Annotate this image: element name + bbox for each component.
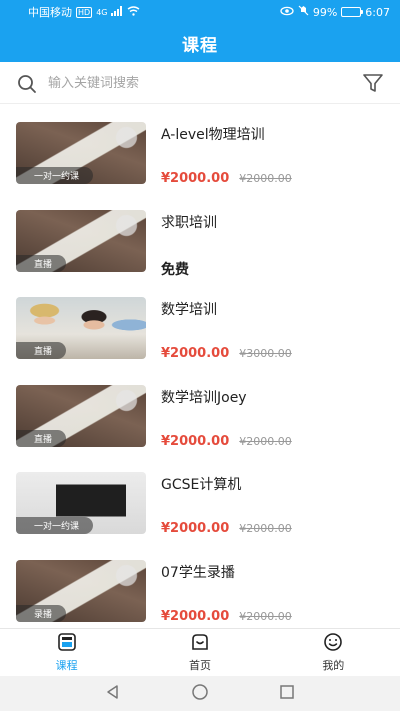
course-item[interactable]: 直播 求职培训 免费 <box>0 192 400 280</box>
course-price: ¥2000.00 <box>161 171 230 186</box>
tab-label: 课程 <box>55 659 78 672</box>
system-nav-bar <box>0 676 400 711</box>
course-price: ¥2000.00 <box>161 433 230 449</box>
course-title: A-level物理培训 <box>161 127 265 143</box>
course-type-tag: 直播 <box>16 342 67 359</box>
price-row: ¥2000.00 ¥2000.00 <box>161 434 292 449</box>
course-item[interactable]: 一对一约课 GCSE计算机 ¥2000.00 ¥2000.00 <box>0 454 400 542</box>
hd-badge: HD <box>76 6 93 18</box>
price-row: ¥2000.00 ¥2000.00 <box>161 171 292 186</box>
search-input[interactable] <box>48 70 338 96</box>
page-header: 课程 <box>0 24 400 62</box>
course-item[interactable]: 直播 数学培训Joey ¥2000.00 ¥2000.00 <box>0 367 400 455</box>
search-bar <box>0 62 400 104</box>
course-original-price: ¥3000.00 <box>239 347 292 360</box>
mute-icon <box>298 5 309 19</box>
course-price: ¥2000.00 <box>161 521 230 536</box>
status-bar: 中国移动 HD 4G 99% 6:07 <box>0 0 400 24</box>
course-original-price: ¥2000.00 <box>239 522 292 535</box>
carrier-label: 中国移动 <box>28 6 72 19</box>
page-title: 课程 <box>182 35 218 56</box>
price-row: ¥2000.00 ¥3000.00 <box>161 346 292 361</box>
wifi-icon <box>127 5 140 19</box>
eye-icon <box>280 6 294 19</box>
course-thumbnail[interactable]: 一对一约课 <box>16 122 146 184</box>
course-thumbnail[interactable]: 直播 <box>16 297 146 359</box>
course-type-tag: 直播 <box>16 429 67 447</box>
course-thumbnail[interactable]: 录播 <box>16 559 146 622</box>
search-icon[interactable] <box>16 73 38 95</box>
back-icon[interactable] <box>104 683 122 705</box>
tab-home[interactable]: 首页 <box>133 629 266 676</box>
tab-label: 首页 <box>188 659 211 672</box>
tab-course[interactable]: 课程 <box>0 629 133 676</box>
course-title: 数学培训 <box>161 302 217 318</box>
home-circle-icon[interactable] <box>191 683 209 705</box>
course-title: 07学生录播 <box>161 564 235 581</box>
recent-apps-icon[interactable] <box>278 683 296 705</box>
course-price: ¥2000.00 <box>161 346 230 361</box>
course-price: 免费 <box>161 261 189 278</box>
course-item[interactable]: 录播 07学生录播 ¥2000.00 ¥2000.00 <box>0 542 400 629</box>
tab-label: 我的 <box>322 659 345 672</box>
course-original-price: ¥2000.00 <box>239 609 292 623</box>
bottom-tab-bar: 课程 首页 我的 <box>0 628 400 676</box>
course-item[interactable]: 一对一约课 A-level物理培训 ¥2000.00 ¥2000.00 <box>0 104 400 192</box>
course-price: ¥2000.00 <box>161 608 230 624</box>
clock: 6:07 <box>365 5 390 19</box>
filter-icon[interactable] <box>362 72 384 94</box>
course-title: 求职培训 <box>161 214 217 231</box>
price-row: ¥2000.00 ¥2000.00 <box>161 521 292 536</box>
price-row: 免费 <box>161 259 189 279</box>
network-label: 4G <box>96 7 108 17</box>
course-type-tag: 一对一约课 <box>16 517 94 534</box>
course-title: 数学培训Joey <box>161 389 247 406</box>
tab-profile[interactable]: 我的 <box>267 629 400 676</box>
battery-percent: 99% <box>312 5 338 19</box>
course-thumbnail[interactable]: 直播 <box>16 209 146 272</box>
course-original-price: ¥2000.00 <box>239 434 292 448</box>
course-title: GCSE计算机 <box>161 477 242 493</box>
battery-icon <box>341 7 364 17</box>
course-original-price: ¥2000.00 <box>239 172 292 185</box>
course-thumbnail[interactable]: 直播 <box>16 384 146 447</box>
home-icon <box>190 632 210 655</box>
signal-icon <box>111 5 123 19</box>
course-type-tag: 一对一约课 <box>16 167 94 184</box>
course-thumbnail[interactable]: 一对一约课 <box>16 472 146 534</box>
course-type-tag: 直播 <box>16 254 67 272</box>
course-list: 一对一约课 A-level物理培训 ¥2000.00 ¥2000.00 直播 求… <box>0 104 400 628</box>
course-icon <box>57 632 77 655</box>
course-item[interactable]: 直播 数学培训 ¥2000.00 ¥3000.00 <box>0 279 400 367</box>
price-row: ¥2000.00 ¥2000.00 <box>161 609 292 624</box>
course-type-tag: 录播 <box>16 604 67 622</box>
profile-icon <box>323 632 343 655</box>
